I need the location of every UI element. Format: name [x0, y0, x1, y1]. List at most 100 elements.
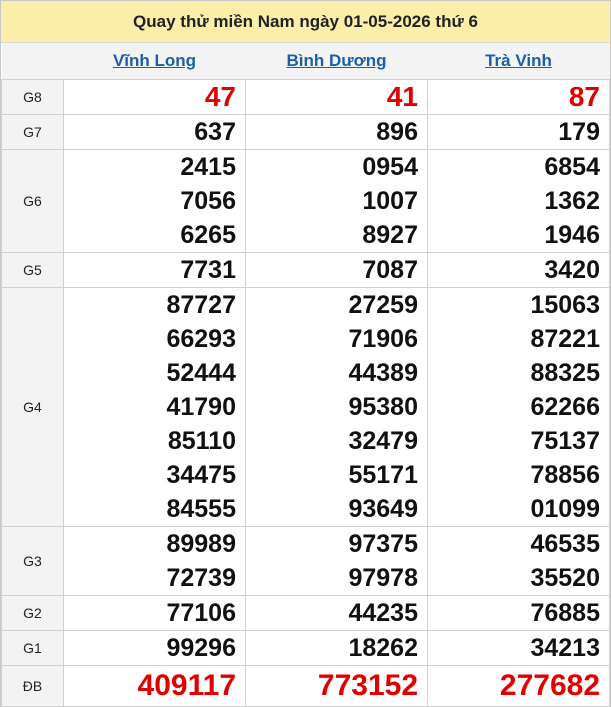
prize-cell: 896: [245, 114, 428, 150]
prize-cell: 409117: [63, 665, 246, 707]
prize-cell: 7731: [63, 252, 246, 288]
prize-number: 41790: [166, 393, 236, 421]
prize-number: 1946: [544, 221, 600, 249]
prize-number: 78856: [530, 461, 600, 489]
prize-cell: 97375 97978: [245, 526, 428, 596]
prize-number: 95380: [348, 393, 418, 421]
prize-number: 66293: [166, 325, 236, 353]
prize-number: 773152: [317, 669, 418, 702]
prize-number: 72739: [166, 564, 236, 592]
prize-number: 01099: [530, 495, 600, 523]
prize-label: G2: [1, 595, 64, 631]
prize-cell: 89989 72739: [63, 526, 246, 596]
prize-cell: 44235: [245, 595, 428, 631]
prize-cell: 41: [245, 79, 428, 115]
prize-number: 7731: [180, 256, 236, 284]
prize-cell: 87727 66293 52444 41790 85110 34475 84555: [63, 287, 246, 527]
prize-cell: 773152: [245, 665, 428, 707]
prize-number: 1362: [544, 187, 600, 215]
prize-row-g1: G1 99296 18262 34213: [1, 630, 610, 666]
results-table: Vĩnh Long Bình Dương Trà Vinh G8 47 41 87 G7…: [1, 43, 610, 707]
prize-cell: 46535 35520: [427, 526, 610, 596]
prize-cell: 27259 71906 44389 95380 32479 55171 93649: [245, 287, 428, 527]
prize-row-g7: G7 637 896 179: [1, 114, 610, 150]
prize-cell: 87: [427, 79, 610, 115]
prize-label: G1: [1, 630, 64, 666]
prize-number: 2415: [180, 153, 236, 181]
prize-number: 89989: [166, 530, 236, 558]
prize-cell: 77106: [63, 595, 246, 631]
prize-number: 87: [568, 81, 600, 112]
prize-number: 409117: [137, 669, 236, 702]
prize-number: 6854: [544, 153, 600, 181]
prize-number: 97978: [348, 564, 418, 592]
lottery-results: Quay thử miền Nam ngày 01-05-2026 thứ 6 …: [0, 0, 611, 707]
prize-number: 75137: [530, 427, 600, 455]
prize-number: 8927: [362, 221, 418, 249]
prize-number: 34213: [530, 634, 600, 662]
prize-cell: 277682: [427, 665, 610, 707]
prize-label: G4: [1, 287, 64, 527]
prize-number: 77106: [166, 599, 236, 627]
prize-number: 637: [194, 118, 236, 146]
prize-number: 896: [376, 118, 418, 146]
prize-cell: 34213: [427, 630, 610, 666]
prize-number: 41: [386, 81, 418, 112]
prize-number: 179: [558, 118, 600, 146]
prize-cell: 76885: [427, 595, 610, 631]
prize-number: 97375: [348, 530, 418, 558]
prize-number: 99296: [166, 634, 236, 662]
prize-row-g3: G3 89989 72739 97375 97978 46535 35520: [1, 526, 610, 596]
prize-number: 7056: [180, 187, 236, 215]
province-header-row: Vĩnh Long Bình Dương Trà Vinh: [1, 43, 610, 80]
prize-number: 71906: [348, 325, 418, 353]
prize-row-g2: G2 77106 44235 76885: [1, 595, 610, 631]
prize-label: G8: [1, 79, 64, 115]
prize-cell: 18262: [245, 630, 428, 666]
prize-number: 62266: [530, 393, 600, 421]
prize-label: ĐB: [1, 665, 64, 707]
province-link-binh-duong[interactable]: Bình Dương: [287, 51, 387, 70]
prize-number: 88325: [530, 359, 600, 387]
prize-label: G3: [1, 526, 64, 596]
prize-number: 85110: [167, 427, 236, 455]
prize-number: 18262: [348, 634, 418, 662]
header-province-1: Vĩnh Long: [63, 43, 246, 80]
prize-number: 7087: [362, 256, 418, 284]
prize-cell: 3420: [427, 252, 610, 288]
prize-number: 84555: [166, 495, 236, 523]
prize-number: 47: [204, 81, 236, 112]
prize-number: 32479: [348, 427, 418, 455]
prize-number: 44235: [348, 599, 418, 627]
prize-label: G7: [1, 114, 64, 150]
prize-number: 35520: [530, 564, 600, 592]
prize-number: 3420: [544, 256, 600, 284]
prize-cell: 637: [63, 114, 246, 150]
prize-row-g6: G6 2415 7056 6265 0954 1007 8927 6854 1362 1946: [1, 149, 610, 253]
header-blank: [1, 43, 64, 80]
prize-cell: 99296: [63, 630, 246, 666]
prize-label: G5: [1, 252, 64, 288]
province-link-tra-vinh[interactable]: Trà Vinh: [485, 51, 552, 70]
prize-number: 87221: [530, 325, 600, 353]
province-link-vinh-long[interactable]: Vĩnh Long: [113, 51, 196, 70]
prize-number: 15063: [530, 291, 600, 319]
prize-number: 46535: [530, 530, 600, 558]
header-province-3: Trà Vinh: [427, 43, 610, 80]
prize-number: 44389: [348, 359, 418, 387]
prize-cell: 179: [427, 114, 610, 150]
prize-cell: 15063 87221 88325 62266 75137 78856 01099: [427, 287, 610, 527]
prize-number: 93649: [348, 495, 418, 523]
prize-cell: 7087: [245, 252, 428, 288]
prize-cell: 47: [63, 79, 246, 115]
prize-number: 34475: [166, 461, 236, 489]
prize-cell: 0954 1007 8927: [245, 149, 428, 253]
prize-cell: 2415 7056 6265: [63, 149, 246, 253]
prize-row-g8: G8 47 41 87: [1, 79, 610, 115]
prize-label: G6: [1, 149, 64, 253]
prize-number: 0954: [362, 153, 418, 181]
prize-number: 52444: [166, 359, 236, 387]
prize-row-g5: G5 7731 7087 3420: [1, 252, 610, 288]
prize-row-g4: G4 87727 66293 52444 41790 85110 34475 84555 272…: [1, 287, 610, 527]
prize-cell: 6854 1362 1946: [427, 149, 610, 253]
